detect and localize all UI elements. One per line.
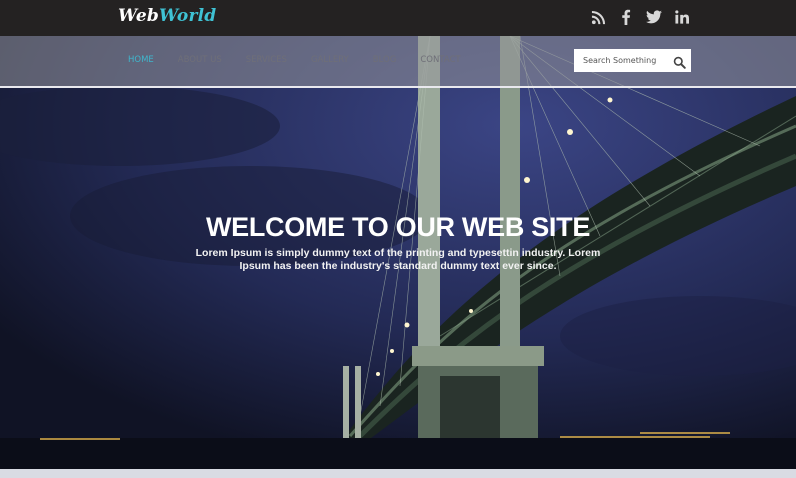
twitter-icon[interactable] <box>646 8 662 26</box>
search-box <box>574 49 691 72</box>
nav-menu: HOME ABOUT US SERVICES GALLERY BLOG CONT… <box>128 55 485 65</box>
nav-item-contact[interactable]: CONTACT <box>420 55 460 65</box>
search-input[interactable] <box>583 56 673 65</box>
site-logo[interactable]: WebWorld <box>118 6 216 26</box>
linkedin-icon[interactable] <box>674 8 690 26</box>
nav-item-blog[interactable]: BLOG <box>373 55 397 65</box>
nav-item-gallery[interactable]: GALLERY <box>311 55 349 65</box>
logo-text-web: Web <box>118 6 160 26</box>
rss-icon[interactable] <box>590 8 606 26</box>
logo-text-world: World <box>159 6 217 26</box>
hero-title: WELCOME TO OUR WEB SITE <box>205 212 591 242</box>
hero-subtitle: Lorem Ipsum is simply dummy text of the … <box>195 247 601 272</box>
nav-divider <box>0 86 796 88</box>
nav-item-home[interactable]: HOME <box>128 55 154 65</box>
facebook-icon[interactable] <box>618 8 634 26</box>
social-links <box>590 8 690 26</box>
next-section-strip <box>0 469 796 478</box>
hero-section: WELCOME TO OUR WEB SITE Lorem Ipsum is s… <box>0 212 796 273</box>
top-bar: WebWorld <box>0 0 796 36</box>
search-icon[interactable] <box>673 54 686 69</box>
nav-item-services[interactable]: SERVICES <box>246 55 287 65</box>
nav-item-about-us[interactable]: ABOUT US <box>178 55 222 65</box>
